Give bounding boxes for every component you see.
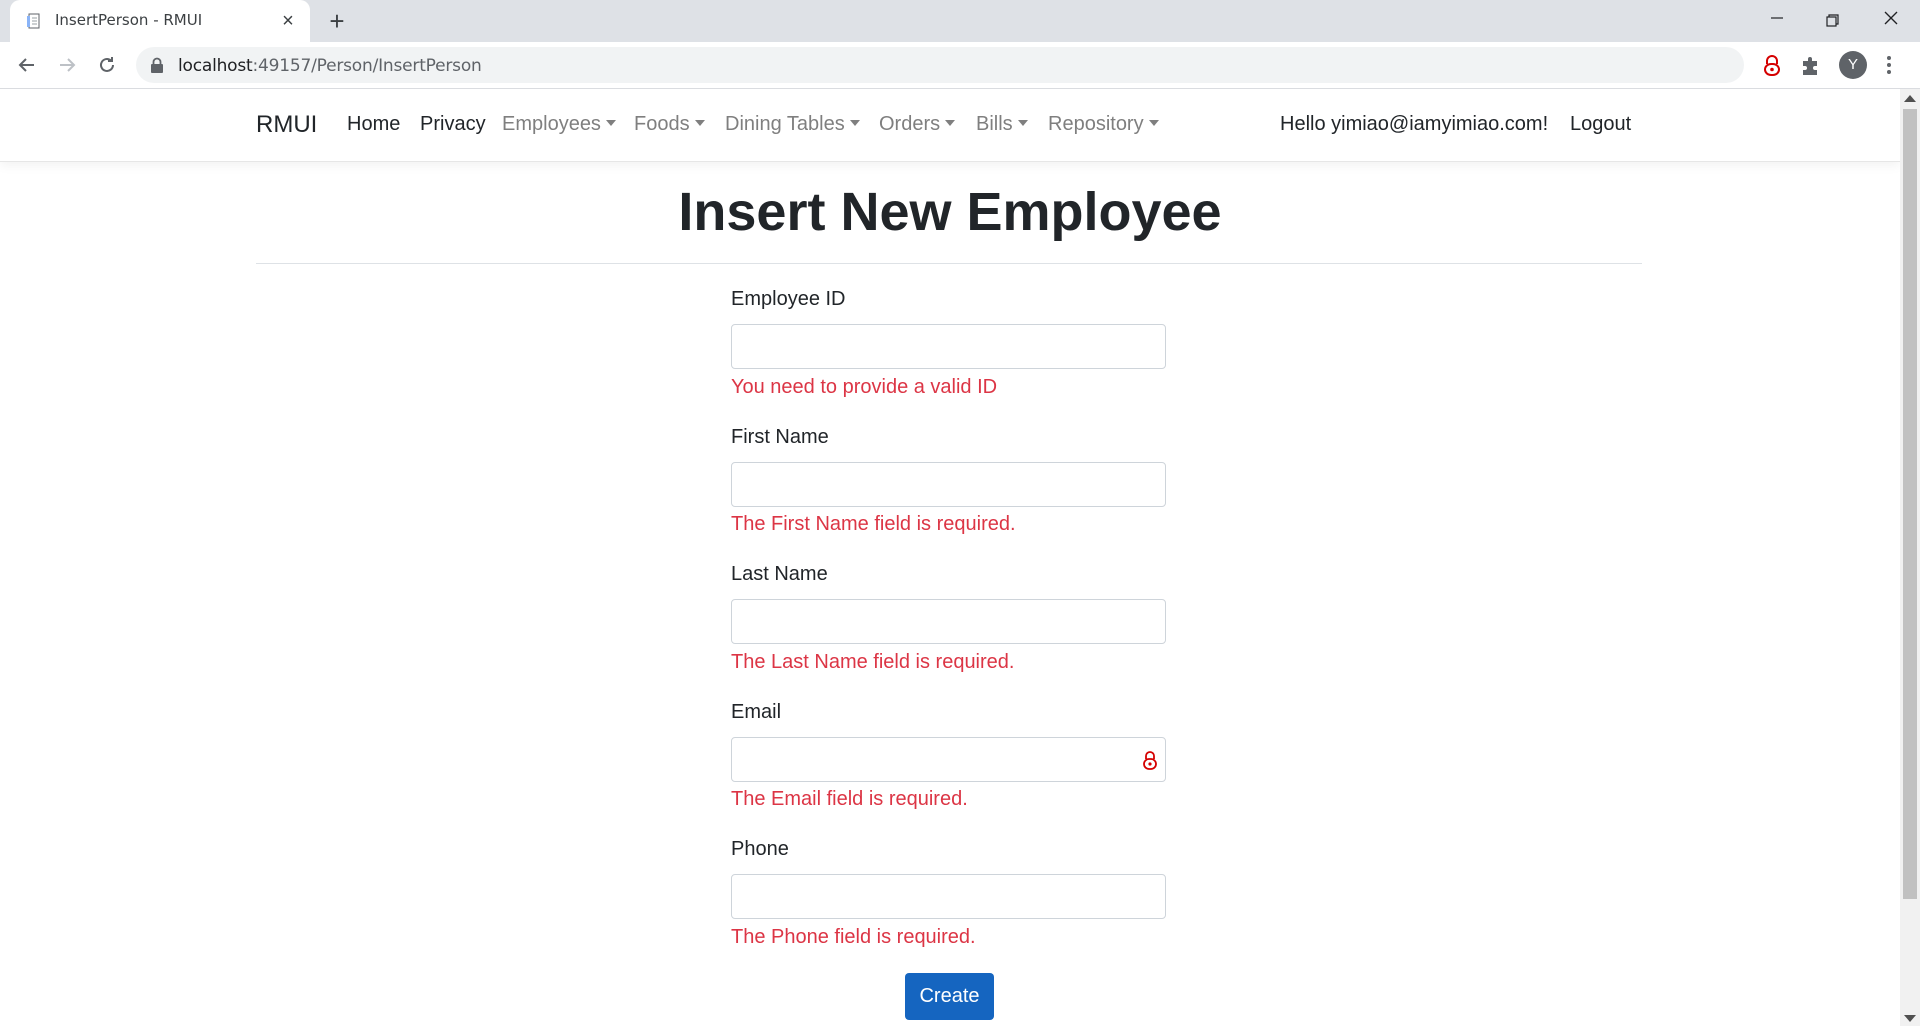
nav-bills-label: Bills — [976, 113, 1013, 135]
caret-down-icon — [694, 120, 705, 126]
nav-orders-dropdown[interactable]: Orders — [879, 113, 956, 136]
nav-dining-tables-label: Dining Tables — [725, 113, 845, 135]
browser-toolbar: localhost:49157/Person/InsertPerson Y — [0, 42, 1920, 89]
password-manager-extension-icon[interactable] — [1761, 54, 1783, 76]
phone-error: The Phone field is required. — [731, 926, 976, 948]
nav-foods-label: Foods — [634, 113, 690, 135]
title-divider — [256, 263, 1642, 264]
scrollbar-thumb[interactable] — [1903, 109, 1917, 899]
create-button[interactable]: Create — [905, 973, 994, 1020]
nav-repository-dropdown[interactable]: Repository — [1048, 113, 1159, 136]
new-tab-icon[interactable]: + — [324, 8, 350, 34]
brand-link[interactable]: RMUI — [256, 111, 317, 139]
lock-icon[interactable] — [150, 57, 164, 73]
email-label: Email — [731, 701, 782, 723]
window-close-icon[interactable] — [1876, 6, 1906, 36]
caret-down-icon — [849, 120, 860, 126]
caret-down-icon — [945, 120, 956, 126]
scroll-down-arrow-icon[interactable] — [1904, 1015, 1916, 1022]
page-scrollbar[interactable] — [1900, 89, 1920, 1026]
browser-tab[interactable]: InsertPerson - RMUI × — [10, 0, 310, 42]
email-error: The Email field is required. — [731, 788, 968, 810]
employee-id-label: Employee ID — [731, 288, 846, 310]
first-name-label: First Name — [731, 426, 829, 448]
email-input-wrapper — [731, 737, 1166, 782]
forward-icon[interactable] — [54, 52, 80, 78]
password-manager-autofill-icon[interactable] — [1142, 750, 1158, 770]
browser-tab-strip: InsertPerson - RMUI × + — [0, 0, 1920, 42]
browser-menu-icon[interactable] — [1885, 54, 1893, 76]
last-name-label: Last Name — [731, 563, 828, 585]
minimize-icon[interactable] — [1762, 6, 1792, 36]
nav-repository-label: Repository — [1048, 113, 1144, 135]
last-name-input[interactable] — [731, 599, 1166, 644]
back-icon[interactable] — [14, 52, 40, 78]
nav-employees-dropdown[interactable]: Employees — [502, 113, 616, 136]
phone-label: Phone — [731, 838, 789, 860]
url-host: localhost — [178, 56, 253, 76]
address-bar[interactable]: localhost:49157/Person/InsertPerson — [136, 47, 1865, 83]
employee-id-input[interactable] — [731, 324, 1166, 369]
scroll-up-arrow-icon[interactable] — [1904, 95, 1916, 102]
last-name-error: The Last Name field is required. — [731, 651, 1015, 673]
close-tab-icon[interactable]: × — [278, 11, 298, 31]
page-icon — [27, 13, 40, 29]
phone-input[interactable] — [731, 874, 1166, 919]
caret-down-icon — [1017, 120, 1028, 126]
nav-orders-label: Orders — [879, 113, 941, 135]
page-title: Insert New Employee — [678, 182, 1222, 242]
nav-employees-label: Employees — [502, 113, 601, 135]
reload-icon[interactable] — [94, 52, 120, 78]
nav-bills-dropdown[interactable]: Bills — [976, 113, 1028, 136]
caret-down-icon — [1148, 120, 1159, 126]
email-input[interactable] — [732, 738, 1132, 781]
logout-link[interactable]: Logout — [1570, 113, 1631, 136]
site-navbar: RMUI Home Privacy Employees Foods Dining… — [0, 89, 1900, 162]
first-name-error: The First Name field is required. — [731, 513, 1016, 535]
first-name-input[interactable] — [731, 462, 1166, 507]
user-greeting-link[interactable]: Hello yimiao@iamyimiao.com! — [1280, 113, 1548, 136]
page-viewport: RMUI Home Privacy Employees Foods Dining… — [0, 89, 1900, 1026]
restore-icon[interactable] — [1818, 6, 1848, 36]
nav-foods-dropdown[interactable]: Foods — [634, 113, 705, 136]
profile-avatar[interactable]: Y — [1839, 51, 1867, 79]
url-path: :49157/Person/InsertPerson — [252, 56, 482, 76]
url-text[interactable]: localhost:49157/Person/InsertPerson — [178, 56, 482, 76]
nav-home[interactable]: Home — [347, 113, 400, 136]
nav-privacy[interactable]: Privacy — [420, 113, 486, 136]
tab-title: InsertPerson - RMUI — [55, 11, 203, 29]
extensions-puzzle-icon[interactable] — [1800, 54, 1822, 76]
caret-down-icon — [605, 120, 616, 126]
nav-dining-tables-dropdown[interactable]: Dining Tables — [725, 113, 860, 136]
employee-id-error: You need to provide a valid ID — [731, 376, 998, 398]
